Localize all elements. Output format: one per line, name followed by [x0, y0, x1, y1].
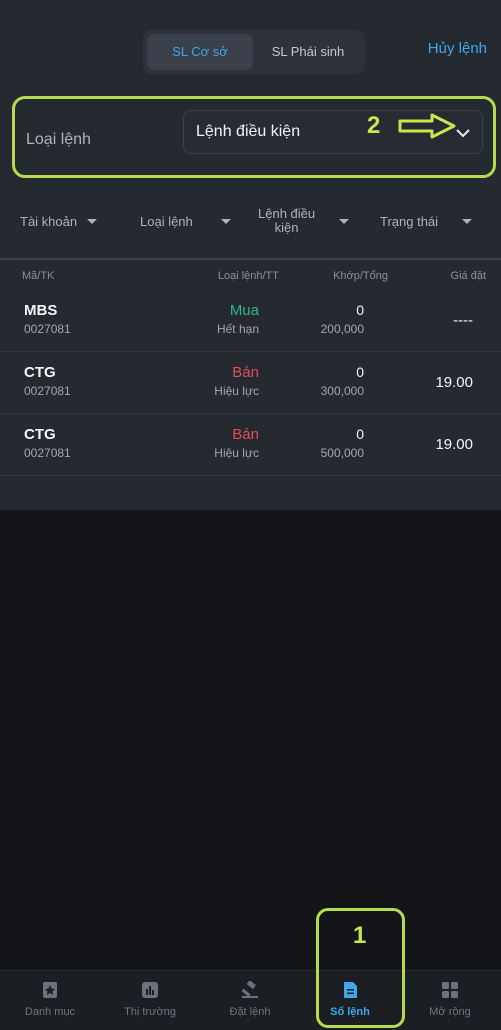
gavel-icon — [241, 981, 258, 998]
row-symbol: CTG — [24, 426, 56, 443]
nav-more[interactable]: Mở rộng — [400, 971, 500, 1030]
nav-watchlist[interactable]: Danh mục — [0, 971, 100, 1030]
row-price: 19.00 — [435, 436, 473, 453]
row-total: 200,000 — [320, 322, 364, 336]
row-account: 0027081 — [24, 446, 71, 460]
order-type-label: Loại lệnh — [26, 131, 91, 148]
nav-place-order-label: Đặt lệnh — [229, 1006, 271, 1018]
arrow-right-outline-icon — [398, 113, 456, 139]
table-row[interactable]: MBS 0027081 Mua Hết hạn 0 200,000 ---- — [0, 290, 501, 352]
nav-market-label: Thị trường — [124, 1006, 176, 1018]
filter-conditional-line1: Lệnh điều — [258, 206, 316, 221]
row-side: Bán — [232, 426, 259, 443]
row-side: Bán — [232, 364, 259, 381]
filter-status[interactable]: Trạng thái — [380, 184, 473, 258]
col-matched-header: Khớp/Tổng — [333, 270, 388, 282]
filter-account[interactable]: Tài khoản — [20, 184, 98, 258]
row-total: 300,000 — [320, 384, 364, 398]
nav-place-order[interactable]: Đặt lệnh — [200, 971, 300, 1030]
row-side: Mua — [229, 302, 259, 319]
header: SL Cơ sở SL Phái sinh Hủy lệnh — [0, 0, 501, 86]
table-row[interactable]: CTG 0027081 Bán Hiệu lực 0 300,000 19.00 — [0, 352, 501, 414]
caret-down-icon — [87, 218, 98, 224]
row-status: Hiệu lực — [214, 384, 259, 398]
row-account: 0027081 — [24, 322, 71, 336]
caret-down-icon — [462, 218, 473, 224]
filter-conditional-label: Lệnh điều kiện — [258, 207, 315, 235]
tab-sl-phai-sinh[interactable]: SL Phái sinh — [257, 34, 359, 70]
row-account: 0027081 — [24, 384, 71, 398]
filter-conditional-line2: kiện — [274, 220, 299, 235]
row-matched: 0 — [356, 302, 364, 318]
nav-watchlist-label: Danh mục — [24, 1006, 76, 1018]
col-type-header: Loại lệnh/TT — [217, 270, 279, 282]
bottom-navigation: Danh mục Thị trường Đặt lệnh Sổ lệnh Mở … — [0, 970, 501, 1030]
filter-order-type-label: Loại lệnh — [140, 213, 193, 229]
caret-down-icon — [220, 218, 231, 224]
row-symbol: CTG — [24, 364, 56, 381]
filter-bar: Tài khoản Loại lệnh Lệnh điều kiện Trạng… — [0, 184, 501, 260]
row-matched: 0 — [356, 364, 364, 380]
bar-chart-icon — [142, 982, 158, 998]
cancel-order-button[interactable]: Hủy lệnh — [428, 40, 487, 57]
filter-order-type[interactable]: Loại lệnh — [140, 184, 231, 258]
tab-sl-co-so[interactable]: SL Cơ sở — [147, 34, 253, 70]
row-symbol: MBS — [24, 302, 58, 319]
nav-order-book-label: Sổ lệnh — [330, 1006, 370, 1018]
nav-order-book[interactable]: Sổ lệnh — [300, 971, 400, 1030]
bookmark-icon — [43, 982, 57, 998]
document-icon — [344, 982, 357, 998]
filter-conditional[interactable]: Lệnh điều kiện — [258, 184, 350, 258]
col-symbol-header: Mã/TK — [22, 270, 55, 282]
step-marker-2: 2 — [367, 112, 381, 139]
row-total: 500,000 — [320, 446, 364, 460]
order-type-value: Lệnh điều kiện — [196, 123, 301, 140]
grid-icon — [442, 982, 458, 998]
row-price: ---- — [453, 312, 473, 329]
filter-status-label: Trạng thái — [380, 213, 439, 229]
row-status: Hiệu lực — [214, 446, 259, 460]
empty-list-area — [0, 510, 501, 970]
nav-market[interactable]: Thị trường — [100, 971, 200, 1030]
step-marker-1: 1 — [353, 922, 367, 949]
row-status: Hết hạn — [216, 322, 259, 336]
row-matched: 0 — [356, 426, 364, 442]
col-price-header: Giá đặt — [450, 270, 486, 282]
table-header: Mã/TK Loại lệnh/TT Khớp/Tổng Giá đặt — [0, 262, 501, 290]
nav-more-label: Mở rộng — [429, 1006, 471, 1018]
chevron-down-icon — [456, 129, 470, 138]
filter-account-label: Tài khoản — [20, 213, 78, 229]
row-price: 19.00 — [435, 374, 473, 391]
segment-control: SL Cơ sở SL Phái sinh — [143, 30, 365, 74]
caret-down-icon — [339, 218, 350, 224]
table-row[interactable]: CTG 0027081 Bán Hiệu lực 0 500,000 19.00 — [0, 414, 501, 476]
